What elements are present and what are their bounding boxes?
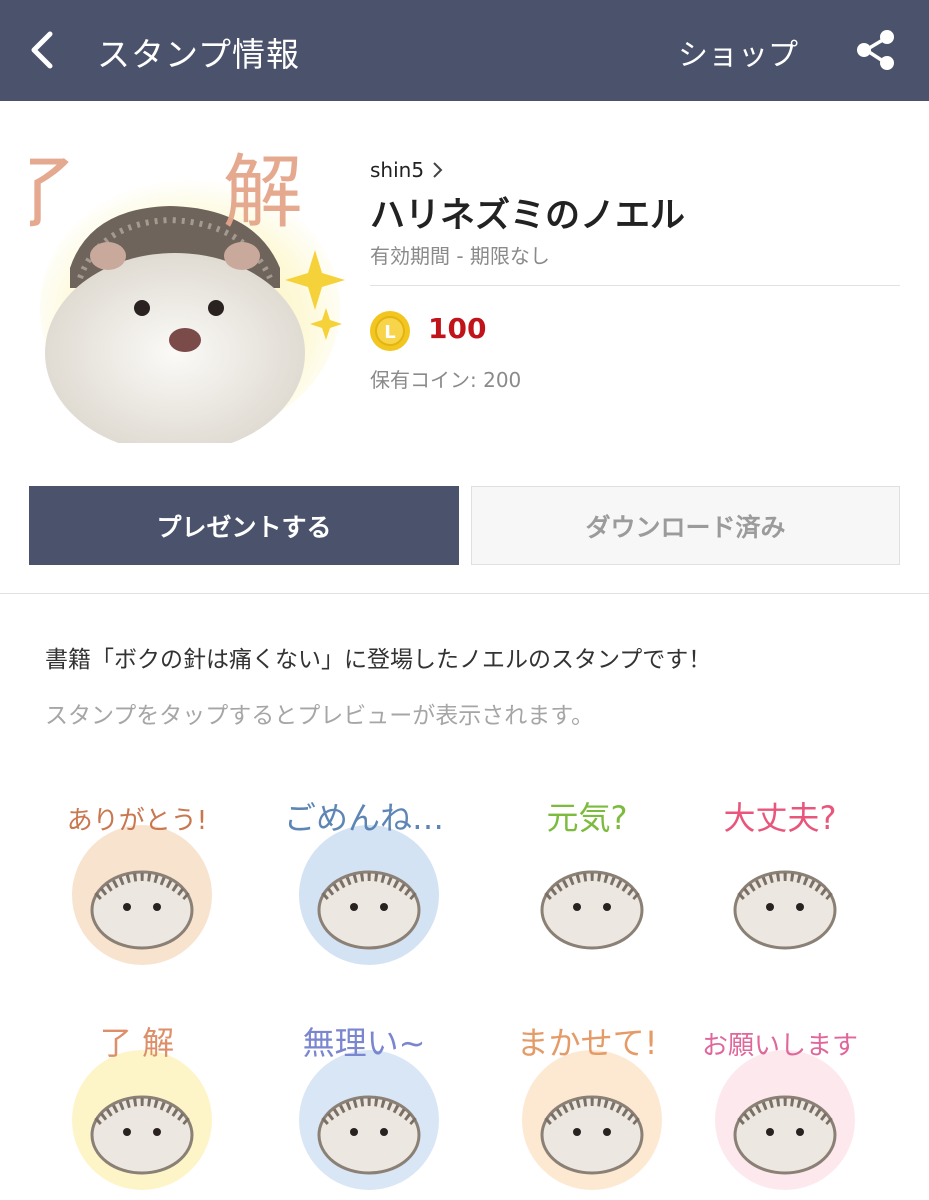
- sticker-package-title: ハリネズミのノエル: [370, 196, 686, 236]
- owned-coins: 保有コイン: 200: [370, 368, 522, 392]
- sticker-caption: お願いします: [702, 1031, 858, 1061]
- sticker-item[interactable]: ありがとう!: [47, 785, 227, 965]
- validity-period: 有効期間 - 期限なし: [370, 244, 550, 268]
- sticker-image: ありがとう!: [67, 806, 212, 965]
- present-button[interactable]: プレゼントする: [29, 486, 459, 565]
- sticker-caption: 元気?: [547, 799, 628, 837]
- sticker-image: 了 解: [72, 1024, 212, 1190]
- sticker-item[interactable]: 無理い~: [274, 1010, 454, 1190]
- sticker-image: 大丈夫?: [715, 799, 855, 965]
- main-sticker-label: 了 解: [30, 146, 350, 239]
- price: 100: [428, 312, 487, 345]
- sticker-caption: 大丈夫?: [724, 799, 837, 837]
- chevron-left-icon: [31, 31, 53, 69]
- share-button[interactable]: [852, 26, 898, 74]
- divider: [370, 285, 900, 286]
- sticker-item[interactable]: 大丈夫?: [690, 785, 870, 965]
- sticker-image: ごめんね…: [284, 799, 444, 965]
- preview-hint: スタンプをタップするとプレビューが表示されます。: [45, 703, 595, 729]
- line-coin-icon: L: [370, 311, 410, 351]
- sticker-item[interactable]: お願いします: [690, 1010, 870, 1190]
- sticker-image: 無理い~: [299, 1024, 439, 1190]
- sticker-item[interactable]: 元気?: [497, 785, 677, 965]
- sticker-caption: 無理い~: [303, 1024, 426, 1062]
- chevron-right-icon: [433, 162, 443, 178]
- author-link[interactable]: shin5: [370, 158, 444, 182]
- sticker-caption: ありがとう!: [67, 806, 207, 836]
- top-bar: スタンプ情報 ショップ: [0, 0, 929, 101]
- main-sticker-image: 了 解: [0, 128, 350, 453]
- sticker-image: 元気?: [522, 799, 662, 965]
- section-divider: [0, 593, 929, 594]
- sticker-caption: ごめんね…: [284, 799, 444, 837]
- sticker-image: まかせて!: [517, 1024, 662, 1190]
- sticker-image: お願いします: [702, 1031, 858, 1190]
- back-button[interactable]: [22, 26, 66, 74]
- coin-letter: L: [384, 322, 395, 343]
- downloaded-button[interactable]: ダウンロード済み: [471, 486, 900, 565]
- sticker-item[interactable]: 了 解: [47, 1010, 227, 1190]
- share-icon: [857, 30, 894, 70]
- shop-link[interactable]: ショップ: [678, 30, 798, 74]
- sticker-caption: まかせて!: [517, 1024, 658, 1062]
- page-title: スタンプ情報: [97, 35, 301, 74]
- package-description: 書籍「ボクの針は痛くない」に登場したノエルのスタンプです！: [45, 647, 712, 673]
- sticker-item[interactable]: ごめんね…: [274, 785, 454, 965]
- author-name: shin5: [370, 158, 425, 182]
- sticker-caption: 了 解: [100, 1024, 174, 1062]
- sticker-item[interactable]: まかせて!: [497, 1010, 677, 1190]
